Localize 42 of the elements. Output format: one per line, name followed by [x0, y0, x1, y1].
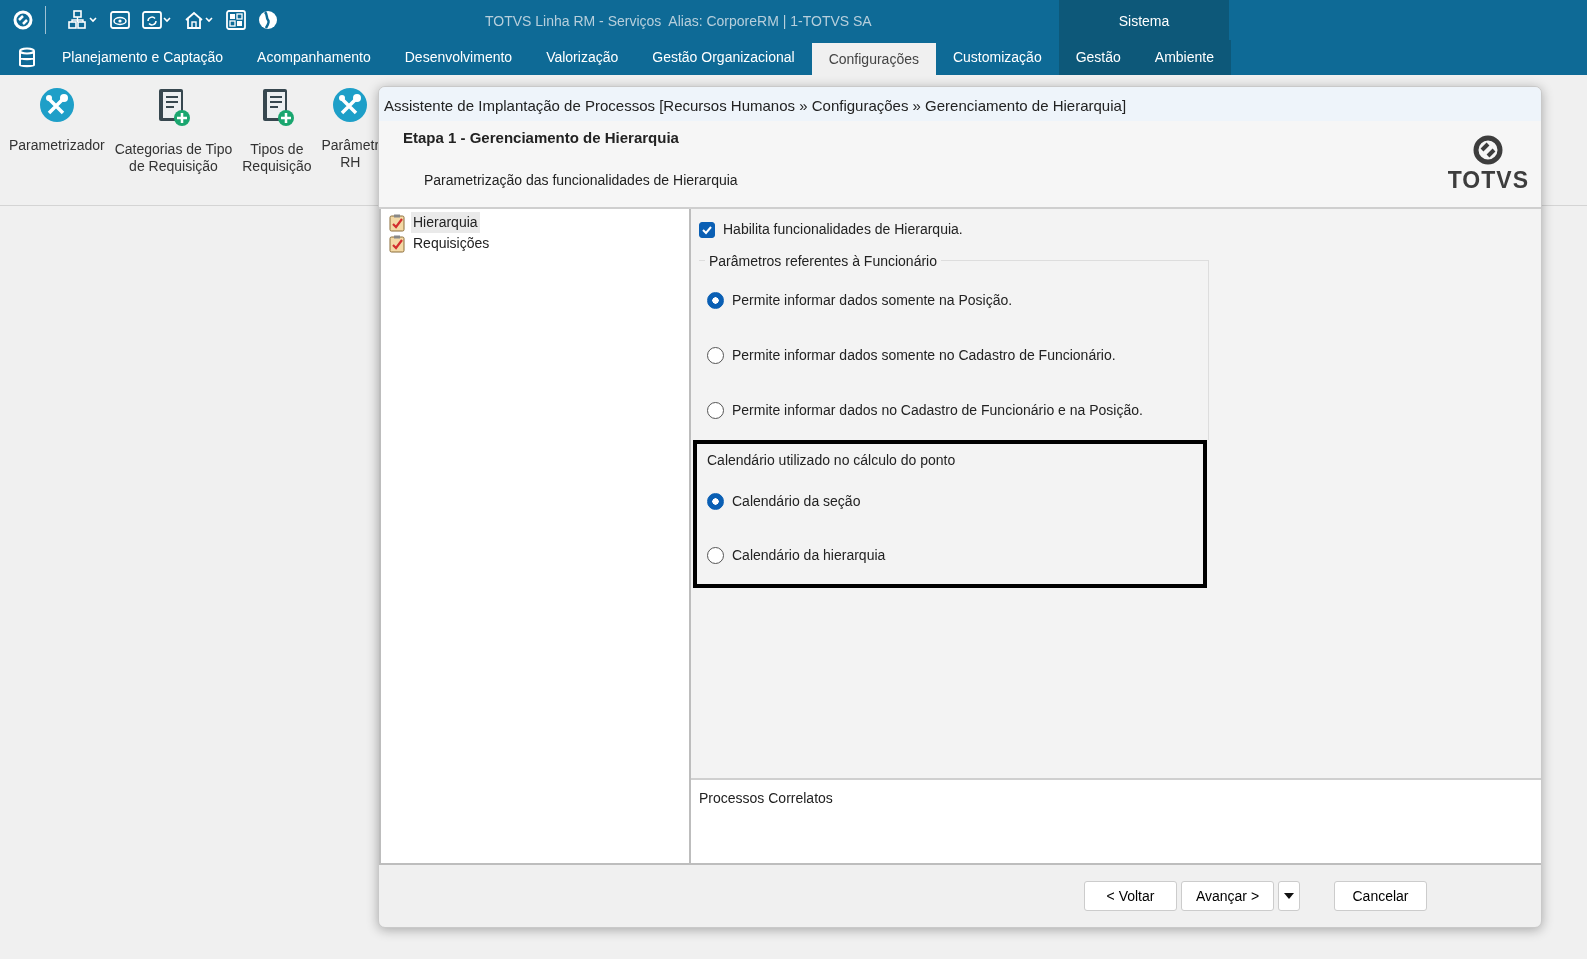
radio-option[interactable]: Calendário da hierarquia — [707, 528, 1203, 582]
logo-text: TOTVS — [1447, 167, 1529, 193]
related-label: Processos Correlatos — [699, 790, 833, 806]
step-title: Etapa 1 - Gerenciamento de Hierarquia — [403, 128, 680, 148]
radio-option[interactable]: Permite informar dados somente no Cadastro de Funcionário. — [707, 328, 1208, 383]
menu-tab[interactable]: Configurações — [811, 43, 936, 75]
radio-option[interactable]: Permite informar dados somente na Posição. — [707, 273, 1208, 328]
logo-icon[interactable] — [11, 8, 35, 32]
radio-option[interactable]: Calendário da seção — [707, 474, 1203, 528]
dialog-title: Assistente de Implantação de Processos [Recursos Humanos » Configurações » Gerenciamento de Hierarquia] — [379, 87, 1541, 121]
menu-tab[interactable]: Desenvolvimento — [387, 40, 530, 75]
menu-tab[interactable]: Customização — [935, 40, 1059, 75]
eye-window-icon[interactable] — [108, 8, 132, 32]
dropdown-button[interactable] — [1278, 881, 1300, 911]
menu-tab[interactable]: Valorização — [529, 40, 636, 75]
dialog-button[interactable]: < Voltar — [1084, 881, 1177, 911]
tools-icon — [332, 87, 369, 123]
menu-tab[interactable]: Ambiente — [1137, 40, 1231, 75]
clipboard-check-icon — [389, 234, 405, 253]
menu-icon[interactable] — [17, 47, 37, 69]
ribbon-button[interactable]: Parametrizador — [0, 87, 110, 205]
step-subtitle: Parametrização das funcionalidades de Hierarquia — [424, 170, 738, 190]
tree-item[interactable]: Requisições — [411, 233, 492, 254]
menu-tab[interactable]: Gestão Organizacional — [635, 40, 812, 75]
ribbon-button[interactable]: Categorias de Tipo de Requisição — [109, 87, 238, 205]
menu-tab[interactable]: Gestão — [1058, 40, 1138, 75]
tree-item[interactable]: Hierarquia — [411, 212, 480, 233]
enable-checkbox[interactable]: Habilita funcionalidades de Hierarquia. — [699, 219, 1533, 240]
ribbon-button[interactable]: Tipos de Requisição — [237, 87, 317, 205]
org-chart-icon[interactable] — [66, 8, 100, 32]
window-title: TOTVS Linha RM - Serviços Alias: CorporeRM | 1-TOTVS SA — [485, 12, 872, 31]
menu-tab[interactable]: Planejamento e Captação — [62, 40, 241, 75]
caret-icon — [1284, 893, 1294, 899]
globe-icon[interactable] — [256, 8, 280, 32]
dialog-button[interactable]: Cancelar — [1334, 881, 1427, 911]
grid-icon[interactable] — [224, 8, 248, 32]
clipboard-check-icon — [389, 213, 405, 232]
refresh-window-icon[interactable] — [140, 8, 174, 32]
menu-tab[interactable]: Acompanhamento — [240, 40, 388, 75]
dialog-button[interactable]: Avançar > — [1181, 881, 1274, 911]
tools-icon — [38, 87, 75, 123]
radio-option[interactable]: Permite informar dados no Cadastro de Funcionário e na Posição. — [707, 383, 1208, 438]
